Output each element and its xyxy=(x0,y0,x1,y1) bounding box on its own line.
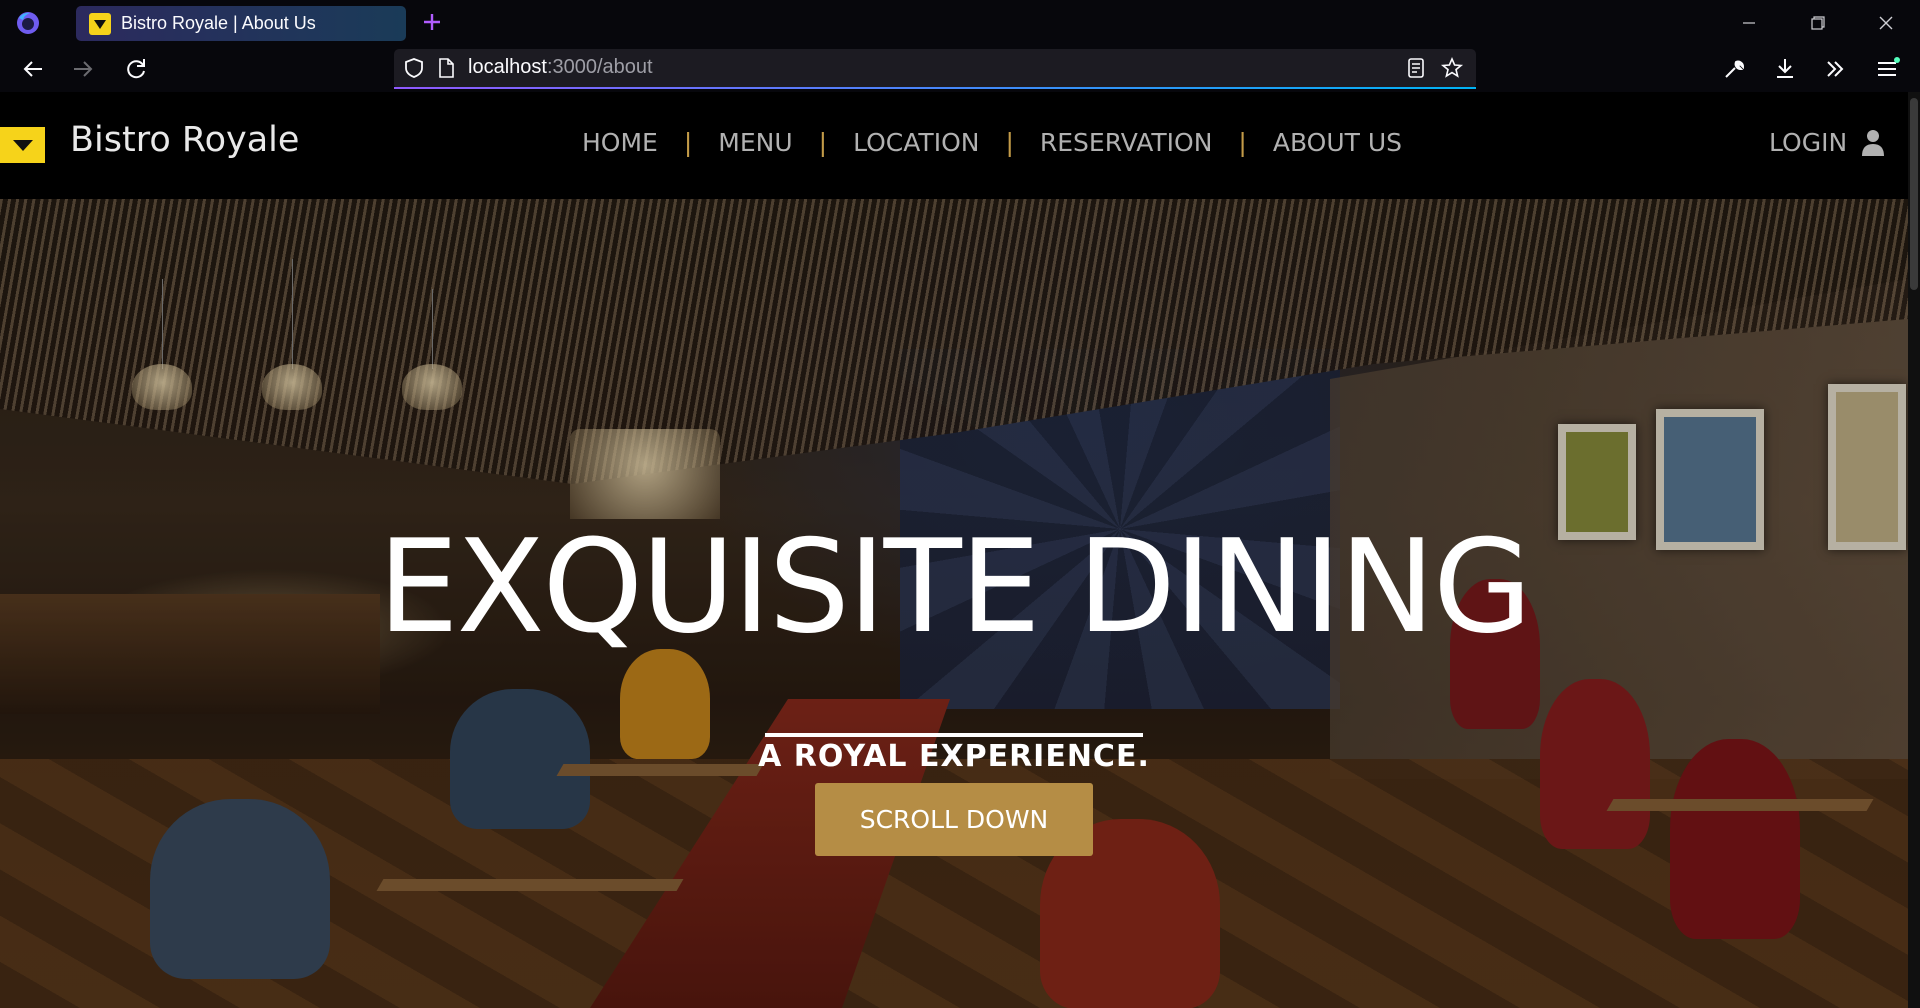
url-path: :3000/about xyxy=(546,56,653,78)
hero-divider xyxy=(765,733,1143,737)
login-link[interactable]: LOGIN xyxy=(1769,128,1885,157)
url-text[interactable]: localhost:3000/about xyxy=(468,56,653,79)
active-tab[interactable]: Bistro Royale | About Us xyxy=(76,6,406,41)
nav-about-us[interactable]: ABOUT US xyxy=(1273,128,1402,157)
user-icon xyxy=(1862,130,1885,156)
url-host: localhost xyxy=(468,56,547,78)
browser-navigation-bar: localhost:3000/about xyxy=(0,46,1920,92)
reload-icon[interactable] xyxy=(121,54,151,84)
nav-separator: | xyxy=(683,128,693,157)
nav-separator: | xyxy=(818,128,828,157)
nav-reservation[interactable]: RESERVATION xyxy=(1040,128,1213,157)
reader-view-icon[interactable] xyxy=(1404,56,1428,80)
tab-title: Bistro Royale | About Us xyxy=(121,13,316,33)
download-icon[interactable] xyxy=(1770,54,1800,84)
hero-subtitle: A ROYAL EXPERIENCE. xyxy=(758,739,1150,774)
bookmark-star-icon[interactable] xyxy=(1440,56,1464,80)
main-navigation: HOME | MENU | LOCATION | RESERVATION | A… xyxy=(582,128,1402,157)
brand-name[interactable]: Bistro Royale xyxy=(70,120,299,160)
page-info-icon[interactable] xyxy=(434,56,458,80)
new-tab-plus-icon[interactable] xyxy=(418,8,446,36)
nav-separator: | xyxy=(1005,128,1014,157)
more-tools-chevron-icon[interactable] xyxy=(1820,54,1850,84)
nav-menu[interactable]: MENU xyxy=(718,128,792,157)
page-scrollbar[interactable] xyxy=(1908,92,1920,1008)
nav-home[interactable]: HOME xyxy=(582,128,658,157)
address-bar[interactable]: localhost:3000/about xyxy=(394,49,1476,89)
close-window-icon[interactable] xyxy=(1872,10,1900,36)
forward-arrow-icon[interactable] xyxy=(68,54,98,84)
site-header: Bistro Royale HOME | MENU | LOCATION | R… xyxy=(0,92,1908,199)
hero-title: EXQUISITE DINING xyxy=(377,513,1532,662)
bistro-favicon-icon xyxy=(89,12,111,35)
scrollbar-thumb[interactable] xyxy=(1910,98,1918,290)
shield-icon[interactable] xyxy=(402,56,426,80)
nav-location[interactable]: LOCATION xyxy=(853,128,979,157)
bistro-logo-icon[interactable] xyxy=(0,127,45,163)
scroll-down-button[interactable]: SCROLL DOWN xyxy=(815,783,1093,856)
hero-section: EXQUISITE DINING A ROYAL EXPERIENCE. SCR… xyxy=(0,199,1908,1008)
restore-icon[interactable] xyxy=(1803,10,1831,36)
nav-separator: | xyxy=(1238,128,1247,157)
back-arrow-icon[interactable] xyxy=(18,54,48,84)
browser-tab-bar: Bistro Royale | About Us xyxy=(0,0,1920,46)
minimize-icon[interactable] xyxy=(1735,10,1763,36)
wrench-icon[interactable] xyxy=(1719,54,1749,84)
login-label: LOGIN xyxy=(1769,128,1848,157)
hamburger-menu-icon[interactable] xyxy=(1872,54,1902,84)
firefox-logo-icon[interactable] xyxy=(14,9,42,37)
